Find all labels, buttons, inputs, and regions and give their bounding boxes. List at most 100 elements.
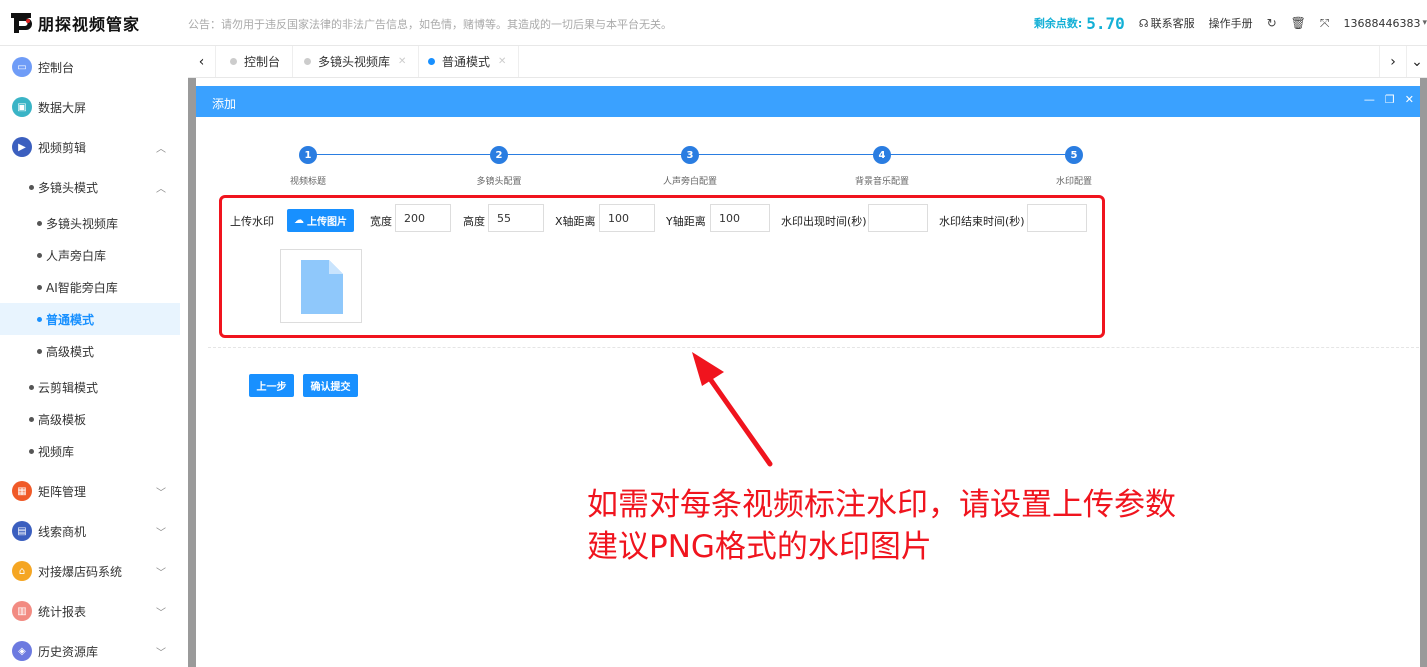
sidebar-item-label: 历史资源库 xyxy=(38,644,99,659)
tab-multi-lens-library[interactable]: 多镜头视频库 ✕ xyxy=(292,46,420,77)
overlay-right-strip xyxy=(1420,78,1427,667)
manual-link[interactable]: 操作手册 xyxy=(1209,15,1253,31)
trash-icon[interactable]: 🗑 xyxy=(1291,16,1306,30)
chevron-up-icon: ︿ xyxy=(156,143,166,155)
sidebar-item-history[interactable]: ◈ 历史资源库 ﹀ xyxy=(0,635,180,667)
chevron-up-icon: ︿ xyxy=(156,183,166,195)
modal-controls: — ❐ ✕ xyxy=(1364,93,1414,106)
submit-button[interactable]: 确认提交 xyxy=(303,374,358,397)
logo-text: 朋探视频管家 xyxy=(38,15,141,34)
sidebar-item-label: 线索商机 xyxy=(38,524,87,539)
bullet-icon xyxy=(29,384,34,390)
app-logo[interactable]: 朋探视频管家 xyxy=(10,12,140,34)
sidebar-item-ai-voice-library[interactable]: AI智能旁白库 xyxy=(0,271,180,303)
logo-icon xyxy=(11,13,32,33)
bullet-icon xyxy=(37,252,42,258)
screen-icon: ▣ xyxy=(12,97,32,117)
chevron-down-icon: ﹀ xyxy=(156,527,166,539)
bullet-icon xyxy=(29,448,34,454)
minimize-icon[interactable]: — xyxy=(1364,93,1375,106)
step-4-circle: 4 xyxy=(873,146,891,164)
tab-label: 多镜头视频库 xyxy=(318,55,391,69)
sidebar-item-data-screen[interactable]: ▣ 数据大屏 xyxy=(0,91,180,123)
sidebar-item-normal-mode[interactable]: 普通模式 xyxy=(0,303,180,335)
sidebar-item-cloud-edit[interactable]: 云剪辑模式 xyxy=(0,371,180,403)
sidebar-item-store-code[interactable]: ⌂ 对接爆店码系统 ﹀ xyxy=(0,555,180,587)
sidebar-item-label: 人声旁白库 xyxy=(46,248,107,263)
sidebar-item-multi-lens-library[interactable]: 多镜头视频库 xyxy=(0,207,180,239)
close-icon[interactable]: ✕ xyxy=(498,56,506,67)
sidebar-item-label: 视频剪辑 xyxy=(38,140,87,155)
chevron-down-icon: ﹀ xyxy=(156,567,166,579)
bullet-icon xyxy=(37,220,42,226)
sidebar-item-multi-lens[interactable]: 多镜头模式 ︿ xyxy=(0,171,180,203)
notice-text: 公告：请勿用于违反国家法律的非法广告信息，如色情，赌博等。其造成的一切后果与本平… xyxy=(188,18,672,31)
sidebar-item-reports[interactable]: ▥ 统计报表 ﹀ xyxy=(0,595,180,627)
chevron-down-icon: ﹀ xyxy=(156,607,166,619)
sidebar-item-matrix[interactable]: ▦ 矩阵管理 ﹀ xyxy=(0,475,180,507)
tab-scroll-right-icon[interactable]: › xyxy=(1379,46,1407,77)
sidebar-item-label: 对接爆店码系统 xyxy=(38,564,123,579)
step-3-label: 人声旁白配置 xyxy=(662,177,718,187)
chevron-down-icon[interactable]: ▾ xyxy=(1422,18,1427,28)
sidebar-item-label: 多镜头视频库 xyxy=(46,216,119,231)
step-2-label: 多镜头配置 xyxy=(476,177,522,187)
sidebar-item-leads[interactable]: ▤ 线索商机 ﹀ xyxy=(0,515,180,547)
tab-console[interactable]: 控制台 xyxy=(218,46,294,77)
bar-chart-icon: ▥ xyxy=(12,601,32,621)
chart-icon: ▤ xyxy=(12,521,32,541)
tab-dot-icon xyxy=(304,58,311,65)
chevron-down-icon: ﹀ xyxy=(156,487,166,499)
annotation-arrow-icon xyxy=(692,352,773,467)
sidebar-item-label: 普通模式 xyxy=(46,312,95,327)
sidebar-item-video-library[interactable]: 视频库 xyxy=(0,435,180,467)
sidebar-item-label: 统计报表 xyxy=(38,604,87,619)
sidebar-item-voice-library[interactable]: 人声旁白库 xyxy=(0,239,180,271)
tab-normal-mode[interactable]: 普通模式 ✕ xyxy=(416,46,520,77)
points-value: 5.70 xyxy=(1086,13,1125,33)
tab-dot-icon xyxy=(428,58,435,65)
prev-step-button[interactable]: 上一步 xyxy=(249,374,294,397)
tab-menu-chevron-icon[interactable]: ⌄ xyxy=(1407,46,1427,77)
bullet-icon xyxy=(37,284,42,290)
store-icon: ⌂ xyxy=(12,561,32,581)
sidebar-item-label: 矩阵管理 xyxy=(38,484,87,499)
points-label: 剩余点数: xyxy=(1033,17,1083,30)
bullet-icon xyxy=(37,348,42,354)
tab-label: 控制台 xyxy=(244,55,281,69)
overlay-left-strip xyxy=(188,78,196,667)
step-5-circle: 5 xyxy=(1065,146,1083,164)
sidebar-item-label: 云剪辑模式 xyxy=(38,380,99,395)
tab-scroll-left-icon[interactable]: ‹ xyxy=(188,46,216,77)
modal-title: 添加 xyxy=(212,97,237,111)
annotation-line-2: 建议PNG格式的水印图片 xyxy=(587,529,932,565)
sidebar-item-console[interactable]: ▭ 控制台 xyxy=(0,51,180,83)
support-label: 联系客服 xyxy=(1150,17,1195,30)
sidebar-item-label: 控制台 xyxy=(38,60,75,75)
sidebar-item-video-edit[interactable]: ▶ 视频剪辑 ︿ xyxy=(0,131,180,163)
annotation-text: 如需对每条视频标注水印，请设置上传参数 建议PNG格式的水印图片 xyxy=(587,484,1176,568)
chevron-down-icon: ﹀ xyxy=(156,647,166,659)
sidebar-item-advanced-mode[interactable]: 高级模式 xyxy=(0,335,180,367)
sidebar-item-label: 高级模式 xyxy=(46,344,95,359)
step-5-label: 水印配置 xyxy=(1055,177,1093,187)
support-link[interactable]: ☊ 联系客服 xyxy=(1139,15,1195,31)
user-account[interactable]: 13688446383 xyxy=(1343,17,1420,30)
step-3-circle: 3 xyxy=(681,146,699,164)
close-icon[interactable]: ✕ xyxy=(398,56,406,67)
layers-icon: ◈ xyxy=(12,641,32,661)
sidebar-item-advanced-template[interactable]: 高级模板 xyxy=(0,403,180,435)
refresh-icon[interactable]: ↻ xyxy=(1267,16,1277,30)
monitor-icon: ▭ xyxy=(12,57,32,77)
sidebar-item-label: 视频库 xyxy=(38,444,75,459)
sidebar-item-label: 数据大屏 xyxy=(38,100,87,115)
maximize-icon[interactable]: ❐ xyxy=(1385,93,1395,106)
form-divider xyxy=(208,347,1419,348)
bullet-icon xyxy=(29,416,34,422)
tab-label: 普通模式 xyxy=(442,55,491,69)
fullscreen-icon[interactable]: ⤧ xyxy=(1320,16,1330,31)
step-1-circle: 1 xyxy=(299,146,317,164)
step-4-label: 背景音乐配置 xyxy=(854,177,910,187)
close-icon[interactable]: ✕ xyxy=(1405,93,1414,106)
grid-icon: ▦ xyxy=(12,481,32,501)
